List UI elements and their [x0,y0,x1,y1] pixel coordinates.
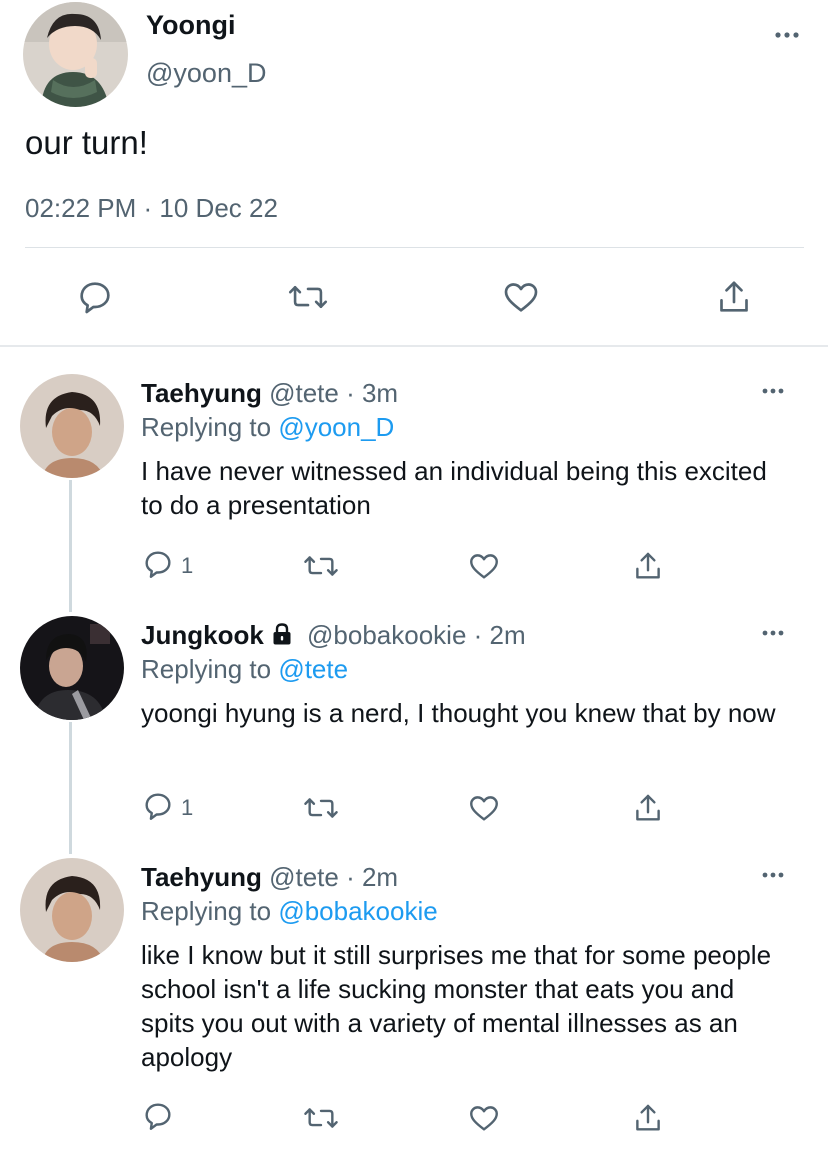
share-icon[interactable] [712,272,756,322]
like-icon[interactable] [499,272,543,322]
more-horizontal-icon[interactable] [773,20,803,50]
reply-icon[interactable] [141,789,175,828]
retweet-icon[interactable] [302,788,340,828]
reply-icon[interactable] [141,547,175,586]
reply-text: like I know but it still surprises me th… [141,940,772,1072]
author-name[interactable]: Jungkook [141,620,264,650]
replying-label: Replying to [141,654,279,684]
reply-button[interactable]: 1 [141,788,193,828]
tweet-actions [0,272,828,322]
author-name[interactable]: Taehyung [141,378,262,408]
share-icon[interactable] [631,1098,665,1138]
avatar-taehyung[interactable] [20,374,124,478]
reply-text: yoongi hyung is a nerd, I thought you kn… [141,698,776,728]
reply-button[interactable] [141,1098,181,1138]
section-divider [0,345,828,347]
author-handle[interactable]: @yoon_D [146,58,266,89]
more-horizontal-icon[interactable] [760,863,790,887]
reply-tweet[interactable]: Taehyung @tete · 3m Replying to @yoon_D … [0,374,828,604]
retweet-icon[interactable] [286,272,330,322]
retweet-icon[interactable] [302,546,340,586]
share-icon[interactable] [631,546,665,586]
author-name[interactable]: Taehyung [141,862,262,892]
retweet-icon[interactable] [302,1098,340,1138]
reply-actions: 1 [0,788,828,828]
replying-mention[interactable]: @yoon_D [278,412,394,442]
tweet-timestamp[interactable]: 02:22 PM · 10 Dec 22 [25,193,278,224]
more-horizontal-icon[interactable] [760,621,790,645]
reply-tweet[interactable]: Taehyung @tete · 2m Replying to @bobakoo… [0,858,828,1148]
like-icon[interactable] [467,546,501,586]
author-meta: @tete · 2m [261,862,399,892]
main-tweet: Yoongi @yoon_D our turn! 02:22 PM · 10 D… [0,0,828,346]
lock-icon [270,622,294,653]
reply-icon[interactable] [73,272,117,322]
reply-icon[interactable] [141,1099,175,1138]
reply-actions [0,1098,828,1138]
replying-mention[interactable]: @tete [278,654,348,684]
divider [25,247,804,248]
replying-label: Replying to [141,412,279,442]
author-meta: @tete · 3m [261,378,399,408]
reply-text: I have never witnessed an individual bei… [141,456,767,520]
avatar-taehyung[interactable] [20,858,124,962]
more-horizontal-icon[interactable] [760,379,790,403]
share-icon[interactable] [631,788,665,828]
reply-actions: 1 [0,546,828,586]
reply-tweet[interactable]: Jungkook @bobakookie · 2m Replying to @t… [0,616,828,846]
replying-mention[interactable]: @bobakookie [278,896,437,926]
replying-label: Replying to [141,896,279,926]
avatar-yoongi[interactable] [23,2,128,107]
tweet-text: our turn! [25,124,148,161]
author-meta: @bobakookie · 2m [299,620,526,650]
author-name[interactable]: Yoongi [146,10,235,41]
reply-count: 1 [181,795,194,820]
like-icon[interactable] [467,788,501,828]
like-icon[interactable] [467,1098,501,1138]
reply-button[interactable]: 1 [141,546,193,586]
avatar-jungkook[interactable] [20,616,124,720]
reply-count: 1 [181,553,194,578]
